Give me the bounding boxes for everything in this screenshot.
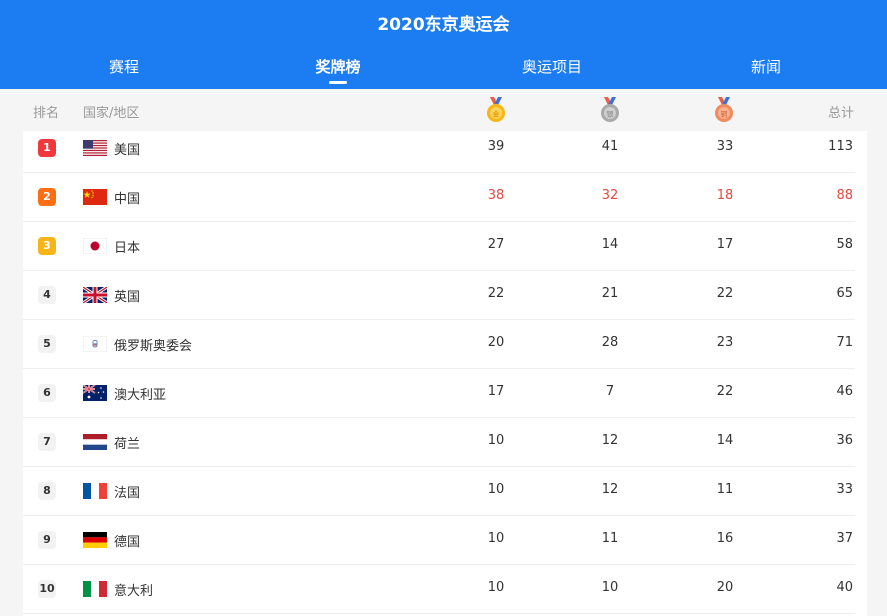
germany-flag-icon [83,532,107,548]
country-column-header: 国家/地区 [83,106,140,121]
country-name: 俄罗斯奥委会 [114,339,193,354]
france-flag-icon [83,483,107,499]
rank-badge: 10 [38,580,56,598]
country-name: 荷兰 [114,437,141,452]
silver-count: 12 [601,433,619,448]
total-count: 33 [836,482,853,497]
table-row[interactable]: 9 德国 10 11 16 37 [23,516,855,565]
bronze-medal-icon: 铜 [715,97,733,122]
gold-count: 17 [487,384,505,399]
bronze-count: 22 [716,384,734,399]
silver-count: 12 [601,482,619,497]
table-row[interactable]: 1 美国 39 41 33 113 [23,124,855,173]
table-row[interactable]: 2 中国 38 32 18 88 [23,173,855,222]
bronze-count: 11 [716,482,734,497]
svg-text:铜: 铜 [721,110,728,119]
bronze-count: 20 [716,580,734,595]
bronze-count: 16 [716,531,734,546]
country-name: 法国 [114,486,141,501]
page-title: 2020东京奥运会 [377,15,510,35]
rank-badge: 5 [38,335,56,353]
total-count: 113 [828,139,853,154]
total-count: 40 [836,580,853,595]
rank-badge: 1 [38,139,56,157]
total-count: 65 [836,286,853,301]
bronze-count: 17 [716,237,734,252]
silver-count: 14 [601,237,619,252]
svg-text:银: 银 [607,110,614,119]
bronze-count: 33 [716,139,734,154]
rank-badge: 7 [38,433,56,451]
bronze-count: 22 [716,286,734,301]
country-name: 日本 [114,241,141,256]
table-row[interactable]: 4 英国 22 21 22 65 [23,271,855,320]
gold-count: 20 [487,335,505,350]
table-row[interactable]: 8 法国 10 12 11 33 [23,467,855,516]
tab-schedule[interactable]: 赛程 [64,56,184,77]
china-flag-icon [83,189,107,205]
silver-count: 10 [601,580,619,595]
italy-flag-icon [83,581,107,597]
rank-badge: 4 [38,286,56,304]
bronze-count: 14 [716,433,734,448]
gold-count: 10 [487,482,505,497]
tab-news[interactable]: 新闻 [706,56,826,77]
table-row[interactable]: 6 澳大利亚 17 7 22 46 [23,369,855,418]
rank-badge: 9 [38,531,56,549]
gold-count: 39 [487,139,505,154]
table-row[interactable]: 3 日本 27 14 17 58 [23,222,855,271]
total-count: 58 [836,237,853,252]
japan-flag-icon [83,238,107,254]
silver-count: 11 [601,531,619,546]
silver-count: 7 [605,384,615,399]
country-name: 意大利 [114,584,154,599]
tab-olympic-sports[interactable]: 奥运项目 [492,56,612,77]
total-count: 46 [836,384,853,399]
silver-count: 28 [601,335,619,350]
country-name: 德国 [114,535,141,550]
total-count: 37 [836,531,853,546]
gold-count: 27 [487,237,505,252]
table-row[interactable]: 7 荷兰 10 12 14 36 [23,418,855,467]
table-row[interactable]: 10 意大利 10 10 20 40 [23,565,855,614]
rank-badge: 2 [38,188,56,206]
silver-count: 21 [601,286,619,301]
total-count: 88 [836,188,853,203]
silver-medal-icon: 银 [601,97,619,122]
country-name: 中国 [114,192,141,207]
total-count: 36 [836,433,853,448]
table-row[interactable]: 5 俄罗斯奥委会 20 28 23 71 [23,320,855,369]
gold-medal-icon: 金 [487,97,505,122]
bronze-count: 18 [716,188,734,203]
usa-flag-icon [83,140,107,156]
silver-count: 41 [601,139,619,154]
silver-count: 32 [601,188,619,203]
rank-badge: 3 [38,237,56,255]
rank-badge: 8 [38,482,56,500]
country-name: 英国 [114,290,141,305]
netherlands-flag-icon [83,434,107,450]
gold-count: 22 [487,286,505,301]
bronze-count: 23 [716,335,734,350]
gold-count: 10 [487,531,505,546]
roc-flag-icon [83,336,107,352]
gold-count: 38 [487,188,505,203]
svg-text:金: 金 [493,110,500,119]
total-count: 71 [836,335,853,350]
rank-badge: 6 [38,384,56,402]
uk-flag-icon [83,287,107,303]
total-column-header: 总计 [827,106,854,121]
rank-column-header: 排名 [33,106,60,121]
tab-medal-table[interactable]: 奖牌榜 [278,56,398,77]
active-tab-indicator [329,81,347,84]
country-name: 澳大利亚 [114,388,167,403]
gold-count: 10 [487,433,505,448]
app-header: 2020东京奥运会 赛程 奖牌榜 奥运项目 新闻 [0,0,887,89]
gold-count: 10 [487,580,505,595]
country-name: 美国 [114,143,141,158]
australia-flag-icon [83,385,107,401]
